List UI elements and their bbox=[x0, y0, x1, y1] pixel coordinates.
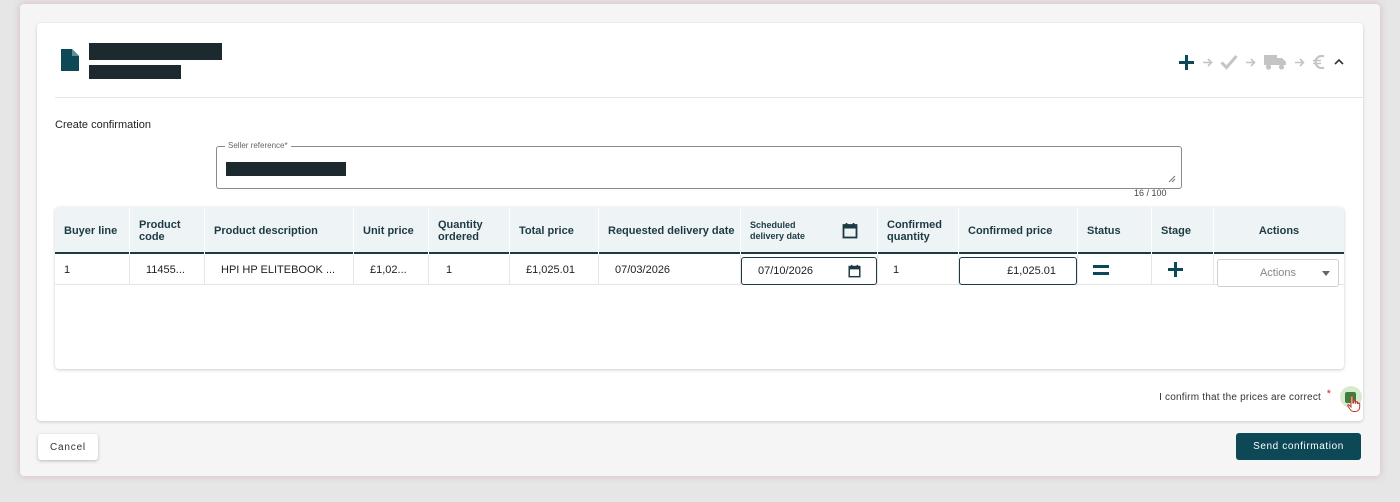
confirmed-price-value: £1,025.01 bbox=[1007, 265, 1056, 277]
column-header-quantity-ordered: Quantity ordered bbox=[429, 207, 510, 254]
column-header-buyer-line: Buyer line bbox=[55, 207, 130, 254]
arrow-right-icon bbox=[1203, 57, 1213, 67]
cell-product-code: 11455... bbox=[130, 255, 205, 285]
required-marker: * bbox=[1326, 388, 1331, 400]
document-subtitle-redacted bbox=[89, 65, 181, 79]
scheduled-delivery-date-label: Scheduled delivery date bbox=[750, 219, 806, 241]
column-header-scheduled-delivery-date: Scheduled delivery date bbox=[741, 207, 878, 254]
send-confirmation-button[interactable]: Send confirmation bbox=[1236, 433, 1361, 460]
cell-requested-delivery-date: 07/03/2026 bbox=[599, 255, 741, 285]
arrow-right-icon bbox=[1295, 57, 1305, 67]
column-header-product-description: Product description bbox=[205, 207, 354, 254]
cell-total-price: £1,025.01 bbox=[510, 255, 599, 285]
column-header-stage: Stage bbox=[1152, 207, 1214, 254]
equals-icon bbox=[1093, 265, 1109, 275]
column-header-unit-price: Unit price bbox=[354, 207, 429, 254]
column-header-actions: Actions bbox=[1258, 224, 1300, 237]
cell-confirmed-quantity: 1 bbox=[878, 255, 959, 285]
confirm-prices-label: I confirm that the prices are correct bbox=[1159, 392, 1321, 403]
cell-product-description: HPI HP ELITEBOOK ... bbox=[205, 255, 354, 285]
plus-icon bbox=[1168, 262, 1183, 277]
scheduled-delivery-date-input[interactable]: 07/10/2026 bbox=[741, 257, 877, 285]
cell-buyer-line: 1 bbox=[55, 255, 130, 285]
column-header-requested-delivery-date: Requested delivery date bbox=[599, 207, 741, 254]
actions-select-placeholder: Actions bbox=[1259, 267, 1297, 279]
cell-status bbox=[1078, 255, 1152, 285]
truck-icon bbox=[1264, 55, 1286, 70]
section-title: Create confirmation bbox=[55, 119, 151, 131]
seller-reference-value-redacted bbox=[226, 162, 346, 176]
cursor-pointer-icon bbox=[1347, 395, 1361, 412]
cancel-button[interactable]: Cancel bbox=[38, 434, 98, 460]
scheduled-delivery-date-value: 07/10/2026 bbox=[758, 265, 814, 277]
actions-select[interactable]: Actions bbox=[1217, 259, 1339, 287]
page-frame: Create confirmation Seller reference* 16… bbox=[20, 4, 1380, 476]
document-title-redacted bbox=[89, 43, 222, 60]
order-lines-table: Buyer line Product code Product descript… bbox=[55, 207, 1344, 369]
cell-quantity-ordered: 1 bbox=[429, 255, 510, 285]
chevron-up-icon[interactable] bbox=[1333, 57, 1345, 67]
column-header-total-price: Total price bbox=[510, 207, 599, 254]
confirmed-price-input[interactable]: £1,025.01 bbox=[959, 257, 1077, 285]
euro-icon bbox=[1313, 54, 1325, 70]
check-icon bbox=[1220, 55, 1238, 70]
column-header-confirmed-quantity: Confirmed quantity bbox=[878, 207, 959, 254]
document-icon bbox=[61, 49, 79, 71]
caret-down-icon bbox=[1322, 271, 1330, 276]
character-counter: 16 / 100 bbox=[1134, 188, 1167, 198]
seller-reference-label: Seller reference* bbox=[225, 141, 291, 150]
progress-steps bbox=[1178, 49, 1345, 75]
cell-unit-price: £1,02... bbox=[354, 255, 429, 285]
column-header-confirmed-price: Confirmed price bbox=[959, 207, 1078, 254]
confirmation-card: Create confirmation Seller reference* 16… bbox=[37, 23, 1363, 421]
seller-reference-field[interactable]: Seller reference* bbox=[216, 141, 1182, 189]
calendar-icon[interactable] bbox=[842, 222, 858, 239]
calendar-icon[interactable] bbox=[848, 264, 861, 278]
arrow-right-icon bbox=[1246, 57, 1256, 67]
resize-handle-icon[interactable] bbox=[1168, 175, 1176, 183]
column-header-status: Status bbox=[1078, 207, 1152, 254]
header-divider bbox=[55, 97, 1363, 98]
column-header-product-code: Product code bbox=[130, 207, 205, 254]
plus-icon bbox=[1179, 54, 1194, 70]
